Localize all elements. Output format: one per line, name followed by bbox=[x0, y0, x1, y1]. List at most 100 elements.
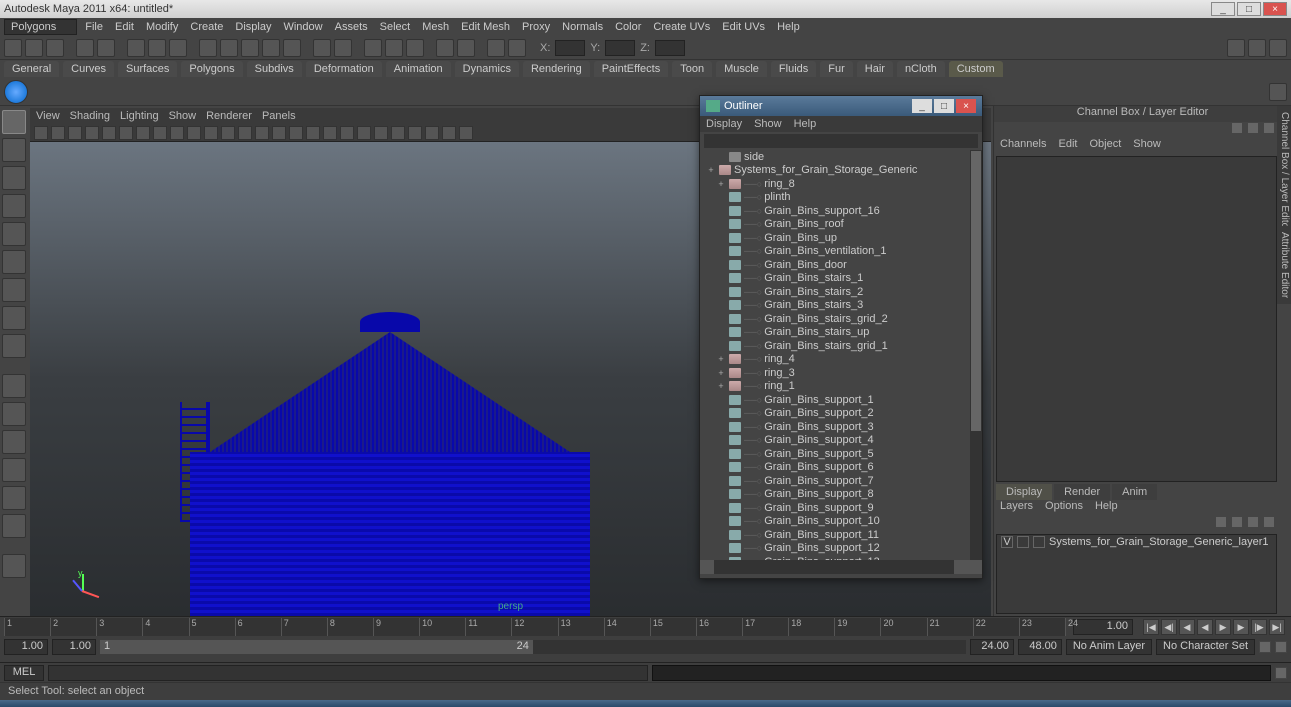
viewport-icon-21[interactable] bbox=[391, 126, 405, 140]
scroll-right-icon-2[interactable] bbox=[968, 560, 982, 574]
os-taskbar[interactable] bbox=[0, 700, 1291, 707]
cb-menu-channels[interactable]: Channels bbox=[1000, 138, 1046, 154]
paint-select-tool[interactable] bbox=[2, 166, 26, 190]
two-pane-stack-layout[interactable] bbox=[2, 458, 26, 482]
viewport-icon-15[interactable] bbox=[289, 126, 303, 140]
outliner-scrollbar[interactable] bbox=[970, 150, 982, 560]
viewport-menu-show[interactable]: Show bbox=[169, 110, 197, 122]
layer-row[interactable]: V Systems_for_Grain_Storage_Generic_laye… bbox=[997, 535, 1276, 549]
outliner-maximize-button[interactable]: □ bbox=[934, 99, 954, 113]
channel-box-toggle-icon[interactable] bbox=[1269, 39, 1287, 57]
expand-icon[interactable]: + bbox=[716, 368, 726, 378]
layer-visibility-toggle[interactable]: V bbox=[1001, 536, 1013, 548]
shelf-tab-rendering[interactable]: Rendering bbox=[523, 61, 590, 77]
snap-plane-icon[interactable] bbox=[262, 39, 280, 57]
outliner-item[interactable]: ──○Grain_Bins_stairs_1 bbox=[700, 272, 982, 286]
shelf-tab-painteffects[interactable]: PaintEffects bbox=[594, 61, 669, 77]
outliner-item[interactable]: side bbox=[700, 150, 982, 164]
viewport-menu-lighting[interactable]: Lighting bbox=[120, 110, 159, 122]
menu-create-uvs[interactable]: Create UVs bbox=[647, 19, 716, 35]
command-input[interactable] bbox=[48, 665, 648, 681]
outliner-persp-layout[interactable] bbox=[2, 514, 26, 538]
save-scene-icon[interactable] bbox=[46, 39, 64, 57]
outliner-menu-help[interactable]: Help bbox=[794, 118, 817, 130]
cb-menu-edit[interactable]: Edit bbox=[1058, 138, 1077, 154]
viewport-icon-23[interactable] bbox=[425, 126, 439, 140]
select-object-icon[interactable] bbox=[148, 39, 166, 57]
cb-menu-object[interactable]: Object bbox=[1089, 138, 1121, 154]
outliner-item[interactable]: ──○Grain_Bins_support_11 bbox=[700, 528, 982, 542]
viewport-menu-shading[interactable]: Shading bbox=[70, 110, 110, 122]
two-pane-side-layout[interactable] bbox=[2, 430, 26, 454]
range-slider[interactable]: 1 24 bbox=[100, 640, 966, 654]
open-scene-icon[interactable] bbox=[25, 39, 43, 57]
viewport-icon-2[interactable] bbox=[68, 126, 82, 140]
viewport-icon-11[interactable] bbox=[221, 126, 235, 140]
menu-mesh[interactable]: Mesh bbox=[416, 19, 455, 35]
shelf-tab-custom[interactable]: Custom bbox=[949, 61, 1003, 77]
outliner-item[interactable]: +──○ring_8 bbox=[700, 177, 982, 191]
outliner-item[interactable]: ──○Grain_Bins_support_16 bbox=[700, 204, 982, 218]
go-to-end-button[interactable]: ▶| bbox=[1269, 619, 1285, 635]
move-tool[interactable] bbox=[2, 194, 26, 218]
window-minimize-button[interactable]: _ bbox=[1211, 2, 1235, 16]
shelf-tab-general[interactable]: General bbox=[4, 61, 59, 77]
misc-icon[interactable] bbox=[508, 39, 526, 57]
four-pane-layout[interactable] bbox=[2, 402, 26, 426]
universal-manip-tool[interactable] bbox=[2, 278, 26, 302]
step-forward-key-button[interactable]: |▶ bbox=[1251, 619, 1267, 635]
outliner-item[interactable]: ──○Grain_Bins_support_3 bbox=[700, 420, 982, 434]
scroll-right-icon[interactable] bbox=[954, 560, 968, 574]
viewport-icon-20[interactable] bbox=[374, 126, 388, 140]
viewport-icon-8[interactable] bbox=[170, 126, 184, 140]
menu-select[interactable]: Select bbox=[374, 19, 417, 35]
outliner-item[interactable]: ──○Grain_Bins_support_5 bbox=[700, 447, 982, 461]
construction-history-icon[interactable] bbox=[487, 39, 505, 57]
menu-window[interactable]: Window bbox=[277, 19, 328, 35]
expand-icon[interactable]: + bbox=[716, 179, 726, 189]
cb-menu-show[interactable]: Show bbox=[1133, 138, 1161, 154]
select-tool[interactable] bbox=[2, 110, 26, 134]
menu-modify[interactable]: Modify bbox=[140, 19, 184, 35]
window-maximize-button[interactable]: □ bbox=[1237, 2, 1261, 16]
outliner-window[interactable]: Outliner _ □ × DisplayShowHelp side+Syst… bbox=[699, 95, 983, 579]
tool-settings-toggle-icon[interactable] bbox=[1248, 39, 1266, 57]
layer-tab-anim[interactable]: Anim bbox=[1112, 484, 1157, 500]
viewport-icon-16[interactable] bbox=[306, 126, 320, 140]
layer-menu-help[interactable]: Help bbox=[1095, 500, 1118, 516]
outliner-item[interactable]: ──○Grain_Bins_stairs_up bbox=[700, 326, 982, 340]
axis-y-input[interactable] bbox=[605, 40, 635, 56]
layer-type-toggle[interactable] bbox=[1017, 536, 1029, 548]
viewport-icon-0[interactable] bbox=[34, 126, 48, 140]
menu-color[interactable]: Color bbox=[609, 19, 647, 35]
layer-tab-render[interactable]: Render bbox=[1054, 484, 1110, 500]
shelf-tab-animation[interactable]: Animation bbox=[386, 61, 451, 77]
step-forward-button[interactable]: ▶ bbox=[1233, 619, 1249, 635]
rotate-tool[interactable] bbox=[2, 222, 26, 246]
outliner-item[interactable]: ──○Grain_Bins_support_10 bbox=[700, 515, 982, 529]
select-component-icon[interactable] bbox=[169, 39, 187, 57]
viewport-icon-10[interactable] bbox=[204, 126, 218, 140]
viewport-icon-22[interactable] bbox=[408, 126, 422, 140]
outliner-item[interactable]: ──○Grain_Bins_roof bbox=[700, 218, 982, 232]
viewport-icon-17[interactable] bbox=[323, 126, 337, 140]
shelf-menu-icon[interactable] bbox=[1269, 83, 1287, 101]
show-manip-tool[interactable] bbox=[2, 334, 26, 358]
viewport-icon-7[interactable] bbox=[153, 126, 167, 140]
outliner-item[interactable]: +──○ring_1 bbox=[700, 380, 982, 394]
expand-icon[interactable]: + bbox=[716, 381, 726, 391]
module-selector[interactable]: Polygons bbox=[4, 19, 77, 35]
menu-proxy[interactable]: Proxy bbox=[516, 19, 556, 35]
layer-menu-layers[interactable]: Layers bbox=[1000, 500, 1033, 516]
viewport-icon-12[interactable] bbox=[238, 126, 252, 140]
expand-icon[interactable]: + bbox=[706, 165, 716, 175]
menu-normals[interactable]: Normals bbox=[556, 19, 609, 35]
shelf-custom-button[interactable] bbox=[4, 80, 28, 104]
layer-color-swatch[interactable] bbox=[1033, 536, 1045, 548]
outliner-filter-input[interactable] bbox=[704, 134, 978, 148]
scale-tool[interactable] bbox=[2, 250, 26, 274]
range-end-field[interactable]: 24.00 bbox=[970, 639, 1014, 655]
shelf-tab-fur[interactable]: Fur bbox=[820, 61, 853, 77]
shelf-tab-muscle[interactable]: Muscle bbox=[716, 61, 767, 77]
outliner-item[interactable]: ──○Grain_Bins_door bbox=[700, 258, 982, 272]
